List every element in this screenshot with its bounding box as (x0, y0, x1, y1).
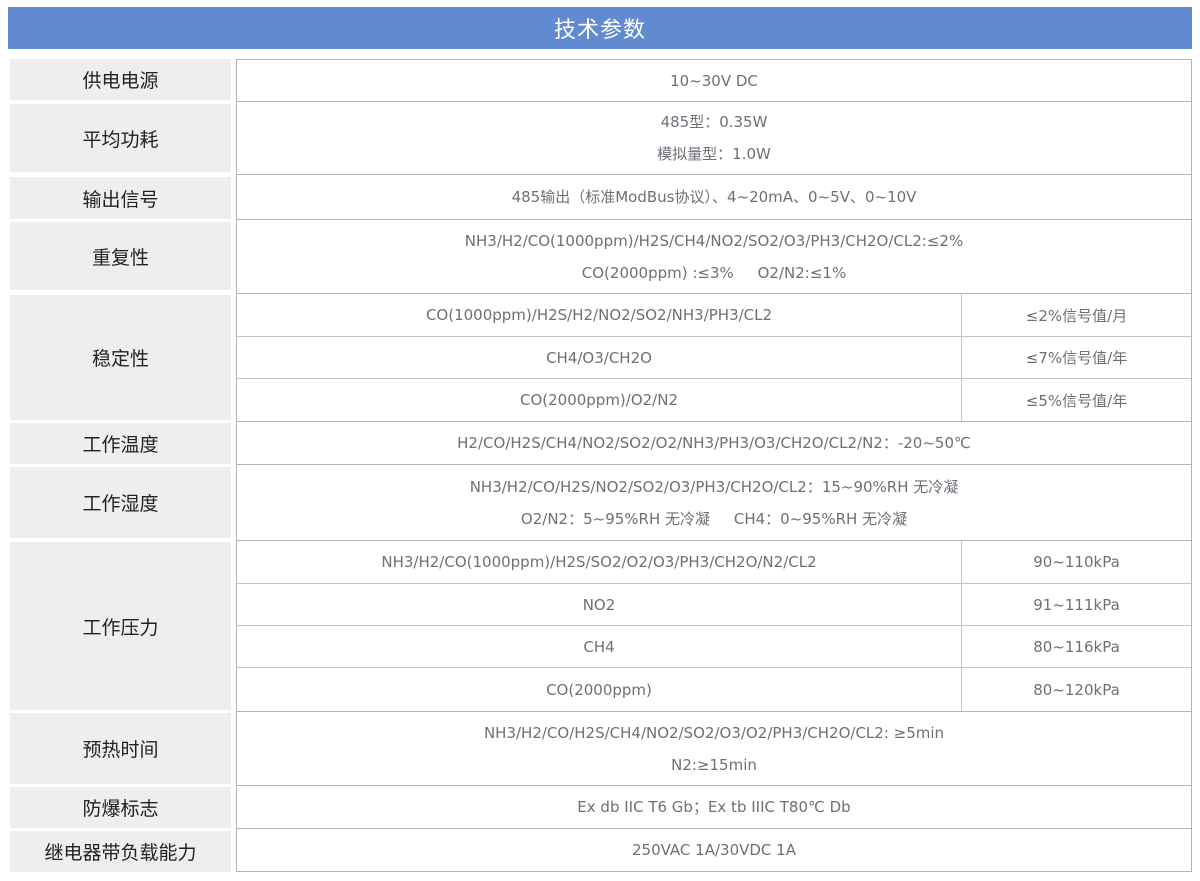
value-line: NH3/H2/CO/H2S/NO2/SO2/O3/PH3/CH2O/CL2：15… (469, 477, 959, 496)
row-value-repeatability: NH3/H2/CO(1000ppm)/H2S/CH4/NO2/SO2/O3/PH… (236, 219, 1192, 294)
value-line: CO(2000ppm) :≤3% O2/N2:≤1% (581, 263, 847, 282)
row-value-preheat-time: NH3/H2/CO/H2S/CH4/NO2/SO2/O3/O2/PH3/CH2O… (236, 711, 1192, 786)
row-value-operating-temperature: H2/CO/H2S/CH4/NO2/SO2/O2/NH3/PH3/O3/CH2O… (236, 421, 1192, 465)
row-label-relay-load: 继电器带负载能力 (10, 831, 231, 872)
row-label-operating-humidity: 工作湿度 (10, 467, 231, 538)
pressure-row: NH3/H2/CO(1000ppm)/H2S/SO2/O2/O3/PH3/CH2… (237, 541, 1191, 583)
stability-value: ≤2%信号值/月 (1025, 306, 1128, 325)
stability-row: CH4/O3/CH2O ≤7%信号值/年 (237, 336, 1191, 378)
stability-row: CO(2000ppm)/O2/N2 ≤5%信号值/年 (237, 378, 1191, 421)
row-value-relay-load: 250VAC 1A/30VDC 1A (236, 828, 1192, 872)
row-value-explosion-proof: Ex db IIC T6 Gb；Ex tb IIIC T80℃ Db (236, 785, 1192, 829)
row-label-repeatability: 重复性 (10, 222, 231, 290)
stability-value: ≤7%信号值/年 (1025, 349, 1128, 367)
pressure-gases: CH4 (237, 626, 962, 667)
row-label-preheat-time: 预热时间 (10, 713, 231, 784)
row-label-explosion-proof: 防爆标志 (10, 787, 231, 828)
row-value-stability: CO(1000ppm)/H2S/H2/NO2/SO2/NH3/PH3/CL2 ≤… (236, 293, 1192, 422)
pressure-row: CO(2000ppm) 80~120kPa (237, 667, 1191, 711)
row-value-power-supply: 10~30V DC (236, 59, 1192, 102)
value-line: 485输出（标准ModBus协议）、4~20mA、0~5V、0~10V (511, 188, 917, 206)
value-line: NH3/H2/CO(1000ppm)/H2S/CH4/NO2/SO2/O3/PH… (464, 231, 964, 250)
row-label-average-power: 平均功耗 (10, 104, 231, 172)
row-value-operating-pressure: NH3/H2/CO(1000ppm)/H2S/SO2/O2/O3/PH3/CH2… (236, 540, 1192, 712)
row-label-power-supply: 供电电源 (10, 59, 231, 100)
row-label-output-signal: 输出信号 (10, 177, 231, 219)
value-line: Ex db IIC T6 Gb；Ex tb IIIC T80℃ Db (577, 798, 851, 816)
value-line: H2/CO/H2S/CH4/NO2/SO2/O2/NH3/PH3/O3/CH2O… (457, 434, 971, 452)
value-line: 10~30V DC (670, 71, 758, 90)
pressure-gases: NO2 (237, 584, 962, 625)
stability-gases: CH4/O3/CH2O (237, 337, 962, 378)
pressure-value: 90~110kPa (1033, 553, 1120, 571)
stability-gases: CO(2000ppm)/O2/N2 (237, 379, 962, 421)
table-title: 技术参数 (8, 7, 1192, 49)
pressure-row: CH4 80~116kPa (237, 625, 1191, 667)
pressure-value: 80~116kPa (1033, 637, 1120, 656)
value-line: 485型：0.35W (660, 113, 768, 131)
row-label-operating-pressure: 工作压力 (10, 542, 231, 710)
value-line: 250VAC 1A/30VDC 1A (632, 841, 796, 859)
row-value-average-power: 485型：0.35W 模拟量型：1.0W (236, 101, 1192, 175)
pressure-value: 80~120kPa (1033, 680, 1120, 699)
stability-row: CO(1000ppm)/H2S/H2/NO2/SO2/NH3/PH3/CL2 ≤… (237, 294, 1191, 336)
pressure-value: 91~111kPa (1033, 595, 1120, 614)
value-line: N2:≥15min (671, 755, 757, 774)
stability-gases: CO(1000ppm)/H2S/H2/NO2/SO2/NH3/PH3/CL2 (237, 294, 962, 336)
value-line: NH3/H2/CO/H2S/CH4/NO2/SO2/O3/O2/PH3/CH2O… (483, 723, 945, 742)
row-value-output-signal: 485输出（标准ModBus协议）、4~20mA、0~5V、0~10V (236, 174, 1192, 220)
row-label-operating-temperature: 工作温度 (10, 423, 231, 464)
pressure-gases: CO(2000ppm) (237, 668, 962, 711)
row-label-stability: 稳定性 (10, 295, 231, 420)
row-value-operating-humidity: NH3/H2/CO/H2S/NO2/SO2/O3/PH3/CH2O/CL2：15… (236, 464, 1192, 541)
value-line: 模拟量型：1.0W (657, 145, 771, 163)
value-line: O2/N2：5~95%RH 无冷凝 CH4：0~95%RH 无冷凝 (520, 509, 908, 528)
pressure-gases: NH3/H2/CO(1000ppm)/H2S/SO2/O2/O3/PH3/CH2… (237, 541, 962, 583)
stability-value: ≤5%信号值/年 (1025, 391, 1128, 410)
pressure-row: NO2 91~111kPa (237, 583, 1191, 625)
